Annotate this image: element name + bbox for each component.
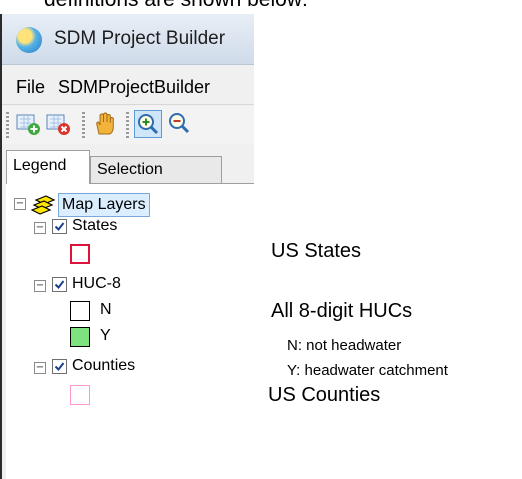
remove-layer-icon [46,114,70,135]
pan-hand-icon [96,112,114,135]
zoom-out-icon [169,113,190,134]
collapse-huc8-icon[interactable]: − [34,280,46,292]
huc8-y-label: Y [100,327,111,344]
collapse-states-icon[interactable]: − [34,222,46,234]
huc8-y-swatch [70,327,90,347]
tab-legend[interactable]: Legend [6,150,90,184]
menu-sdmprojectbuilder[interactable]: SDMProjectBuilder [58,77,210,98]
zoom-in-button[interactable] [134,110,162,138]
app-window: SDM Project Builder File SDMProjectBuild… [0,14,254,479]
tab-strip: Legend Selection [2,150,254,184]
toolbar [2,106,254,144]
window-title: SDM Project Builder [54,28,226,49]
menu-file[interactable]: File [16,77,45,98]
states-swatch [70,244,90,264]
counties-description: US Counties [268,384,381,406]
pan-button[interactable] [90,110,118,138]
huc8-description: All 8-digit HUCs [271,300,413,322]
add-layer-icon [16,114,40,135]
remove-layer-button[interactable] [44,110,72,138]
collapse-counties-icon[interactable]: − [34,362,46,374]
states-layer-label[interactable]: States [72,217,117,235]
add-layer-button[interactable] [14,110,42,138]
toolbar-separator [126,112,129,138]
menu-bar: File SDMProjectBuilder [2,70,254,105]
globe-icon [16,27,42,53]
states-checkbox[interactable] [52,219,67,234]
zoom-in-icon [138,114,159,135]
huc8-y-description: Y: headwater catchment [287,362,448,379]
huc8-layer-label[interactable]: HUC-8 [72,275,121,293]
checkmark-icon [54,222,65,232]
huc8-checkbox[interactable] [52,277,67,292]
collapse-map-layers-icon[interactable]: − [14,198,26,210]
counties-layer-label[interactable]: Counties [72,357,135,375]
tab-selection[interactable]: Selection [90,156,222,184]
map-layers-label[interactable]: Map Layers [58,193,150,217]
legend-panel: − Map Layers − States − HUC-8 N Y − Coun… [6,183,254,479]
layers-icon [31,195,56,215]
checkmark-icon [54,362,65,372]
title-bar[interactable]: SDM Project Builder [2,14,254,65]
huc8-n-description: N: not headwater [287,337,402,354]
counties-checkbox[interactable] [52,359,67,374]
checkmark-icon [54,280,65,290]
counties-swatch [70,385,90,405]
toolbar-separator [82,112,85,138]
huc8-n-label: N [100,301,112,318]
states-description: US States [271,240,362,262]
toolbar-grip[interactable] [6,112,9,138]
zoom-out-button[interactable] [166,110,194,138]
huc8-n-swatch [70,301,90,321]
document-top-text: definitions are shown below: [44,0,308,12]
